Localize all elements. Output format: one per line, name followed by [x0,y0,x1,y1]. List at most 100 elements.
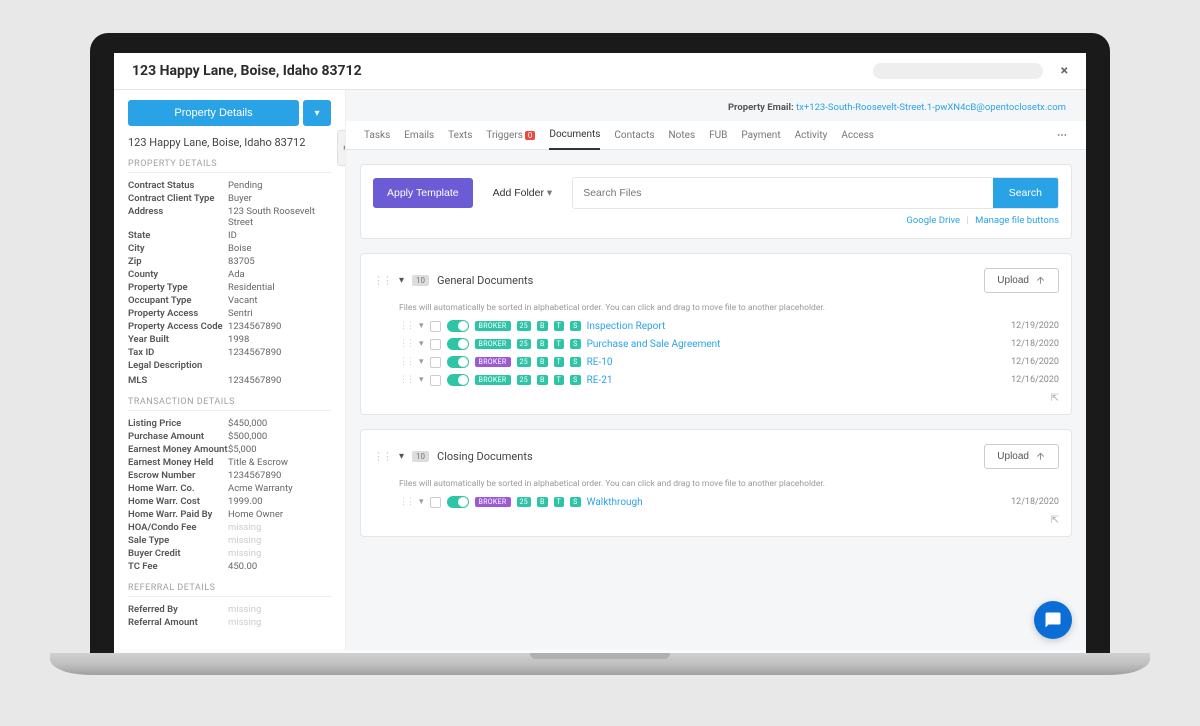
kv-row: CountyAda [128,268,331,281]
upload-button[interactable]: Upload [984,268,1059,293]
header: 123 Happy Lane, Boise, Idaho 83712 × [114,53,1086,90]
property-details-button[interactable]: Property Details [128,100,299,126]
kv-key: Occupant Type [128,295,228,306]
kv-key: Home Warr. Cost [128,496,228,507]
document-date: 12/18/2020 [1011,497,1059,507]
kv-key: Property Type [128,282,228,293]
broker-tag: BROKER [475,339,511,349]
document-link[interactable]: Purchase and Sale Agreement [587,339,721,350]
kv-row: Property Access Code1234567890 [128,320,331,333]
collapse-sidebar-icon[interactable]: ▸ [337,130,346,166]
kv-row: Address123 South Roosevelt Street [128,205,331,229]
document-row: ⋮⋮▾BROKER25BTSRE-1012/16/2020 [373,353,1059,371]
kv-key: Listing Price [128,418,228,429]
document-link[interactable]: RE-21 [587,375,613,386]
drag-handle-icon[interactable]: ⋮⋮ [399,357,413,367]
tab-documents[interactable]: Documents [549,121,600,150]
kv-value: Residential [228,282,275,293]
kv-row: CityBoise [128,242,331,255]
kv-key: Earnest Money Amount [128,444,228,455]
kv-value: 83705 [228,256,255,267]
chat-bubble-icon[interactable] [1034,601,1072,639]
manage-file-buttons-link[interactable]: Manage file buttons [975,215,1059,226]
checkbox[interactable] [430,321,441,332]
row-toggle-icon[interactable]: ▾ [419,375,424,385]
tab-texts[interactable]: Texts [448,122,472,149]
property-details-caret[interactable]: ▾ [303,100,331,126]
add-folder-button[interactable]: Add Folder [483,178,563,208]
kv-value: Sentri [228,308,253,319]
document-link[interactable]: Walkthrough [587,497,643,508]
tag-s: S [570,357,580,367]
drag-handle-icon[interactable]: ⋮⋮ [399,375,413,385]
checkbox[interactable] [430,497,441,508]
toggle[interactable] [447,338,469,350]
folder-title: General Documents [437,274,533,287]
tab-triggers[interactable]: Triggers0 [486,122,535,149]
kv-key: Home Warr. Co. [128,483,228,494]
document-link[interactable]: RE-10 [587,357,613,368]
kv-key: Property Access Code [128,321,228,332]
folder-toggle-icon[interactable]: ▾ [399,275,404,286]
drag-handle-icon[interactable]: ⋮⋮ [373,274,391,287]
folder-toggle-icon[interactable]: ▾ [399,451,404,462]
tab-notes[interactable]: Notes [669,122,696,149]
checkbox[interactable] [430,375,441,386]
toggle[interactable] [447,496,469,508]
kv-value: Boise [228,243,252,254]
drag-handle-icon[interactable]: ⋮⋮ [373,450,391,463]
kv-row: Home Warr. Cost1999.00 [128,495,331,508]
toggle[interactable] [447,320,469,332]
tab-fub[interactable]: FUB [709,122,727,149]
toggle[interactable] [447,374,469,386]
folder-card: ⋮⋮▾10General DocumentsUpload Files will … [360,253,1072,415]
tab-tasks[interactable]: Tasks [364,122,390,149]
apply-template-button[interactable]: Apply Template [373,178,473,208]
row-toggle-icon[interactable]: ▾ [419,357,424,367]
search-button[interactable]: Search [993,178,1058,208]
row-toggle-icon[interactable]: ▾ [419,321,424,331]
upload-button[interactable]: Upload [984,444,1059,469]
kv-key: Zip [128,256,228,267]
checkbox[interactable] [430,339,441,350]
drag-handle-icon[interactable]: ⋮⋮ [399,339,413,349]
tag-b: B [537,497,548,507]
tab-emails[interactable]: Emails [404,122,434,149]
checkbox[interactable] [430,357,441,368]
row-toggle-icon[interactable]: ▾ [419,497,424,507]
drag-handle-icon[interactable]: ⋮⋮ [399,497,413,507]
kv-row: Property TypeResidential [128,281,331,294]
google-drive-link[interactable]: Google Drive [906,215,960,226]
drag-handle-icon[interactable]: ⋮⋮ [399,321,413,331]
search-input[interactable] [573,178,993,208]
kv-row: Property AccessSentri [128,307,331,320]
more-icon[interactable]: ⋯ [1057,130,1068,141]
main-pane: Property Email: tx+123-South-Roosevelt-S… [346,90,1086,650]
document-row: ⋮⋮▾BROKER25BTSRE-2112/16/2020 [373,371,1059,389]
kv-value: 123 South Roosevelt Street [228,206,331,228]
page-title: 123 Happy Lane, Boise, Idaho 83712 [132,63,362,79]
kv-key: Tax ID [128,347,228,358]
kv-row: Zip83705 [128,255,331,268]
row-toggle-icon[interactable]: ▾ [419,339,424,349]
close-icon[interactable]: × [1061,63,1068,79]
kv-key: Buyer Credit [128,548,228,559]
toggle[interactable] [447,356,469,368]
kv-row: Purchase Amount$500,000 [128,430,331,443]
kv-key: Sale Type [128,535,228,546]
property-email-bar: Property Email: tx+123-South-Roosevelt-S… [360,98,1072,121]
tab-contacts[interactable]: Contacts [614,122,654,149]
document-link[interactable]: Inspection Report [587,321,666,332]
external-link-icon[interactable]: ⇱ [1051,515,1059,526]
tag-s: S [570,375,580,385]
kv-row: Buyer Creditmissing [128,547,331,560]
broker-tag: BROKER [475,375,511,385]
tag-t: T [554,357,564,367]
external-link-icon[interactable]: ⇱ [1051,393,1059,404]
kv-value: missing [228,548,261,559]
tab-payment[interactable]: Payment [741,122,780,149]
tab-activity[interactable]: Activity [795,122,828,149]
property-email-link[interactable]: tx+123-South-Roosevelt-Street.1-pwXN4cB@… [796,102,1066,113]
tab-access[interactable]: Access [841,122,874,149]
kv-value: missing [228,522,261,533]
